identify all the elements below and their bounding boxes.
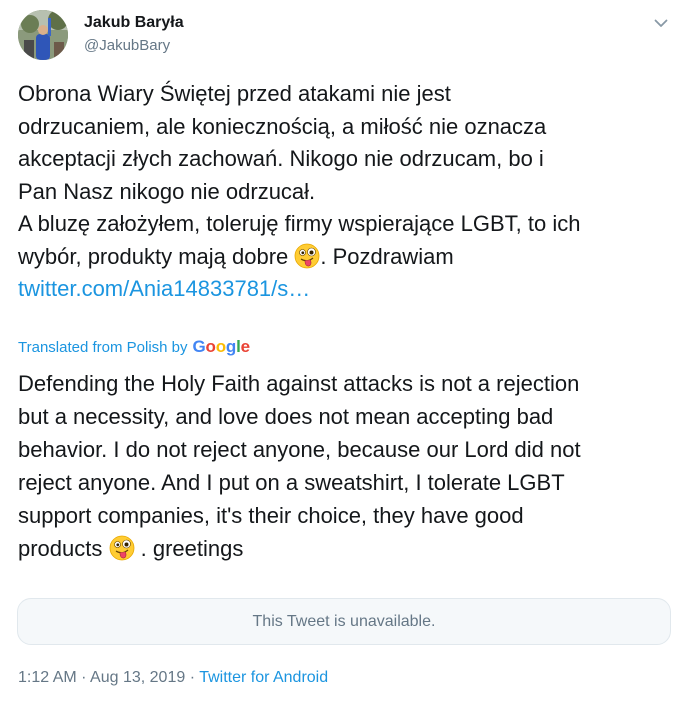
user-handle[interactable]: @JakubBary (84, 37, 170, 54)
tweet-line: akceptacji złych zachowań. Nikogo nie od… (18, 146, 544, 171)
tweet-line: odrzucaniem, ale koniecznością, a miłość… (18, 113, 547, 139)
translation-line: but a necessity, and love does not mean … (18, 404, 554, 429)
tweet-line-part: . Pozdrawiam (320, 243, 454, 269)
tweet-text: Obrona Wiary Świętej przed atakami nie j… (18, 78, 678, 306)
meta-separator: · (76, 669, 91, 686)
tweet-line: wybór, produkty mają dobre . Pozdrawiam (18, 241, 678, 274)
translation-line: behavior. I do not reject anyone, becaus… (18, 437, 581, 462)
chevron-down-icon[interactable] (652, 14, 670, 32)
tweet: Jakub Baryła @JakubBary Obrona Wiary Świ… (0, 0, 686, 701)
translation-line: products . greetings (18, 532, 678, 565)
translation-line: Defending the Holy Faith against attacks… (18, 371, 580, 396)
translation-line: support companies, it's their choice, th… (18, 503, 524, 528)
avatar[interactable] (18, 10, 68, 60)
tweet-meta: 1:12 AM · Aug 13, 2019 · Twitter for And… (18, 669, 328, 687)
tweet-line: twitter.com/Ania14833781/s… (18, 273, 678, 306)
translated-text: Defending the Holy Faith against attacks… (18, 367, 678, 565)
winking-face-with-tongue-emoji (294, 243, 320, 269)
avatar-image (18, 10, 68, 60)
translation-label: Translated from Polish by (18, 338, 188, 356)
tweet-line-part: wybór, produkty mają dobre (18, 243, 295, 269)
quoted-tweet-unavailable: This Tweet is unavailable. (17, 598, 671, 645)
unavailable-message: This Tweet is unavailable. (252, 612, 436, 630)
translation-line-part: products (18, 536, 109, 561)
tweet-line: A bluzę założyłem, toleruję firmy wspier… (18, 211, 581, 236)
tweet-line: Obrona Wiary Świętej przed atakami nie j… (18, 81, 451, 106)
tweet-source-link[interactable]: Twitter for Android (199, 669, 328, 686)
tweet-link[interactable]: twitter.com/Ania14833781/s… (18, 276, 310, 301)
display-name[interactable]: Jakub Baryła (84, 14, 184, 32)
google-logo: Google (192, 337, 251, 356)
translation-line: reject anyone. And I put on a sweatshirt… (18, 470, 565, 495)
tweet-time[interactable]: 1:12 AM (18, 669, 77, 686)
translation-line-part: . greetings (134, 536, 244, 561)
winking-face-with-tongue-emoji (109, 535, 135, 561)
translation-attribution: Translated from Polish by Google (18, 337, 250, 357)
meta-separator: · (185, 669, 200, 686)
tweet-line: Pan Nasz nikogo nie odrzucał. (18, 178, 316, 204)
tweet-date[interactable]: Aug 13, 2019 (90, 669, 185, 686)
